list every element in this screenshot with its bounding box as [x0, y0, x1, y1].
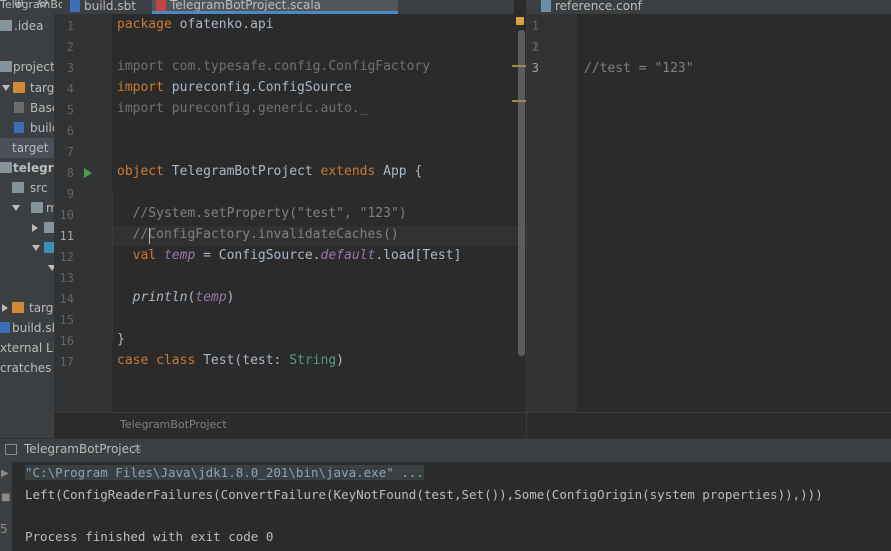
line-number: 1	[531, 19, 539, 33]
line-number: 3	[531, 61, 539, 75]
tree-item-child[interactable]	[0, 238, 54, 258]
crosshair-icon[interactable]: ⊕	[12, 0, 26, 11]
line-numbers: 1 2 3 4 5 6 7 8 9 10 11 12 13 14 15 16 1…	[54, 14, 112, 412]
line-number: 12	[59, 250, 74, 264]
line-number: 14	[59, 292, 74, 306]
console-line-exit: Process finished with exit code 0	[25, 529, 274, 544]
stop-icon[interactable]: ■	[1, 492, 10, 503]
source-folder-icon	[44, 242, 54, 253]
line-number: 8	[66, 166, 74, 180]
breadcrumb-right	[527, 412, 891, 439]
code-line-16: }	[117, 332, 125, 347]
run-console-icon	[5, 444, 17, 455]
chevron-right-icon[interactable]	[2, 304, 8, 312]
chevron-down-icon[interactable]	[2, 85, 10, 91]
tree-item-build-sbt[interactable]: build.sb	[0, 318, 54, 338]
code-line-8: object TelegramBotProject extends App {	[117, 164, 423, 179]
console-line-output: Left(ConfigReaderFailures(ConvertFailure…	[25, 487, 823, 502]
layout-icon[interactable]: 5	[0, 522, 8, 536]
breadcrumb: TelegramBotProject	[54, 412, 526, 439]
sbt-file-icon	[14, 122, 24, 133]
chevron-down-icon[interactable]	[12, 205, 20, 211]
folder-icon	[0, 61, 12, 72]
text-caret	[149, 228, 150, 244]
tree-item-target-selected[interactable]: target	[0, 138, 54, 158]
tree-item-scratches[interactable]: cratches a	[0, 358, 54, 378]
tree-item-telegram[interactable]: telegram	[0, 158, 54, 178]
tree-item-target[interactable]: target	[0, 298, 54, 318]
line-number: 15	[59, 313, 74, 327]
editor-scrollbar[interactable]	[518, 30, 525, 356]
line-number: 5	[66, 103, 74, 117]
code-line-14: println(temp)	[132, 290, 235, 305]
code-line-5: import pureconfig.generic.auto._	[117, 101, 368, 116]
code-line-10: //System.setProperty("test", "123")	[132, 206, 407, 221]
folder-icon	[0, 20, 12, 31]
line-number: 6	[66, 124, 74, 138]
tree-item-main[interactable]: m	[0, 198, 54, 218]
line-number: 9	[66, 187, 74, 201]
editor-tabbar-right: reference.conf	[527, 0, 891, 14]
editor-tabbar-left: build.sbt TelegramBotProject.scala	[62, 0, 514, 14]
close-icon[interactable]: ✕	[133, 442, 142, 455]
code-line-3: import com.typesafe.config.ConfigFactory	[117, 59, 431, 74]
folder-icon	[31, 202, 43, 213]
tab-reference-conf[interactable]: reference.conf	[537, 0, 657, 14]
tab-telegrambotproject-scala[interactable]: TelegramBotProject.scala	[152, 0, 398, 14]
code-line-4: import pureconfig.ConfigSource	[117, 80, 352, 95]
code-line-1: package ofatenko.api	[117, 17, 274, 32]
chevron-down-icon[interactable]	[32, 245, 40, 251]
config-file-icon	[541, 0, 551, 12]
chevron-right-icon[interactable]	[32, 224, 38, 232]
line-number: 17	[59, 355, 74, 369]
line-number: 13	[59, 271, 74, 285]
line-number: 4	[66, 82, 74, 96]
tree-item-external-libraries[interactable]: xternal Lib	[0, 338, 54, 358]
console-line-command: "C:\Program Files\Java\jdk1.8.0_201\bin\…	[25, 465, 424, 480]
tree-item-child[interactable]	[0, 218, 54, 238]
tree-item-target[interactable]: target	[0, 78, 54, 98]
tree-item-build[interactable]: build	[0, 118, 54, 138]
project-root-label: TelegramBo	[0, 0, 65, 11]
tree-item-child[interactable]	[0, 258, 54, 278]
tab-run-config[interactable]: TelegramBotProject	[24, 442, 140, 456]
line-number: 11	[59, 229, 74, 243]
line-number: 3	[66, 61, 74, 75]
folder-icon	[0, 162, 12, 173]
code-line-17: case class Test(test: String)	[117, 353, 344, 368]
tab-build-sbt[interactable]: build.sbt	[66, 0, 148, 14]
line-number: 7	[66, 145, 74, 159]
folder-icon	[13, 82, 25, 93]
sbt-file-icon	[0, 322, 10, 333]
code-line-11: //ConfigFactory.invalidateCaches()	[132, 227, 399, 242]
scroll-marker	[512, 100, 526, 102]
folder-icon	[12, 302, 24, 313]
tree-item-src[interactable]: src	[0, 178, 54, 198]
tree-item-idea[interactable]: .idea	[0, 16, 54, 36]
folder-icon	[12, 182, 24, 193]
line-number: 2	[66, 40, 74, 54]
project-header: TelegramBo ⊕ ⚙	[0, 0, 65, 14]
line-number: 16	[59, 334, 74, 348]
run-gutter-icon[interactable]	[84, 168, 92, 178]
run-toolbar: ▶ ■ 5	[0, 462, 12, 551]
line-number: 10	[59, 208, 74, 222]
run-tool-window-header: TelegramBotProject ✕	[0, 438, 891, 463]
project-tool-window: .idea project target Base build target t…	[0, 0, 54, 438]
sbt-file-icon	[70, 0, 80, 12]
folder-icon	[44, 222, 54, 233]
scala-file-icon	[156, 0, 166, 11]
code-line-12: val temp = ConfigSource.default.load[Tes…	[132, 248, 462, 263]
tree-item-project[interactable]: project	[0, 57, 54, 77]
line-number: 1	[66, 19, 74, 33]
indent-guide	[112, 190, 113, 340]
tree-item-base[interactable]: Base	[0, 98, 54, 118]
line-number: 2	[531, 40, 539, 54]
file-icon	[14, 102, 24, 113]
breadcrumb-item[interactable]: TelegramBotProject	[120, 418, 227, 431]
rerun-icon[interactable]: ▶	[1, 468, 9, 479]
gear-icon[interactable]: ⚙	[36, 0, 50, 11]
editor-right[interactable]	[527, 14, 891, 412]
code-line-right-3: //test = "123"	[584, 61, 694, 76]
